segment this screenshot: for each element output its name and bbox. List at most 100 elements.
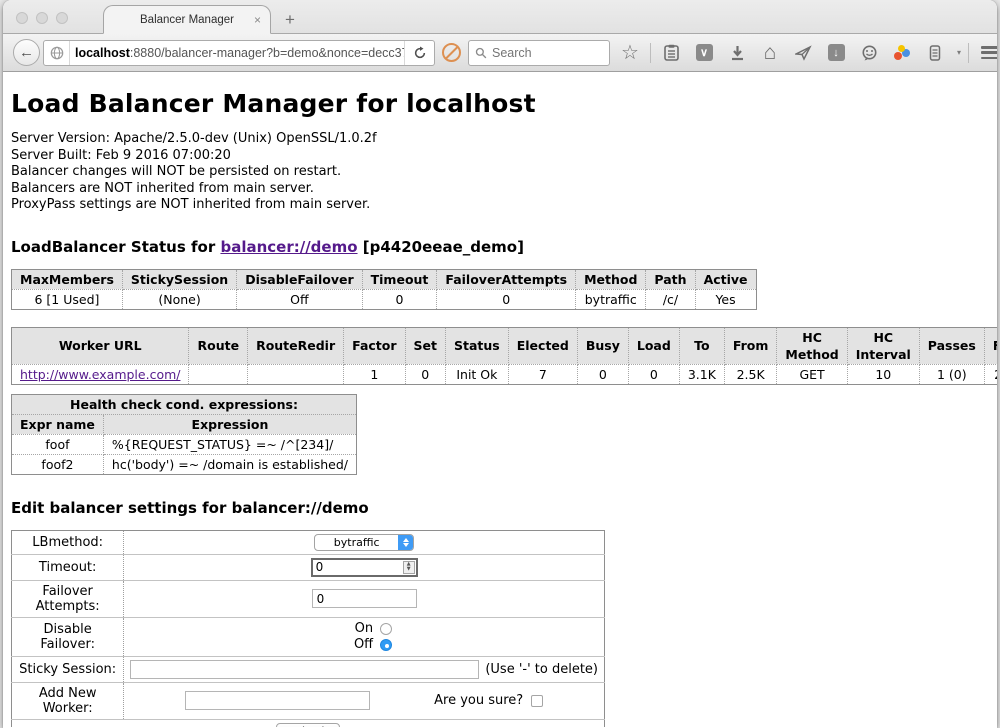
col-elected: Elected <box>508 327 577 364</box>
add-new-worker-input[interactable] <box>185 691 370 710</box>
search-input[interactable] <box>492 46 592 60</box>
disable-failover-label: Disable Failover: <box>12 617 124 656</box>
bookmarks-menu-button[interactable] <box>658 40 684 66</box>
table-row: 6 [1 Used] (None) Off 0 0 bytraffic /c/ … <box>12 289 757 309</box>
cell-active: Yes <box>695 289 756 309</box>
col-routeredir: RouteRedir <box>248 327 344 364</box>
url-text: localhost:8880/balancer-manager?b=demo&n… <box>70 46 404 60</box>
server-built-line: Server Built: Feb 9 2016 07:00:20 <box>11 148 989 165</box>
loadbalancer-status-heading: LoadBalancer Status for balancer://demo … <box>11 238 989 256</box>
disable-failover-on-radio[interactable] <box>380 623 392 635</box>
search-bar[interactable] <box>468 40 610 66</box>
cell-load: 0 <box>628 364 679 384</box>
are-you-sure-checkbox[interactable] <box>531 695 543 707</box>
form-row-disable-failover: Disable Failover: On Off <box>12 617 605 656</box>
submit-button[interactable]: Submit <box>276 723 341 728</box>
cell-hc-method: GET <box>777 364 847 384</box>
cell-expr-name: foof <box>12 434 104 454</box>
form-row-add-new-worker: Add New Worker: Are you sure? <box>12 682 605 719</box>
search-icon <box>475 47 487 59</box>
battery-addon-button[interactable] <box>922 40 948 66</box>
paper-plane-icon <box>795 45 812 61</box>
failover-attempts-input[interactable] <box>312 589 417 608</box>
table-row: foof %{REQUEST_STATUS} =~ /^[234]/ <box>12 434 357 454</box>
bookmark-star-button[interactable]: ☆ <box>617 40 643 66</box>
reload-button[interactable] <box>404 41 434 65</box>
select-stepper-icon <box>398 535 413 550</box>
traffic-lights <box>16 12 68 24</box>
worker-url-link[interactable]: http://www.example.com/ <box>20 367 180 382</box>
col-busy: Busy <box>577 327 628 364</box>
cell-factor: 1 <box>344 364 405 384</box>
health-table-caption: Health check cond. expressions: <box>12 394 357 414</box>
new-tab-button[interactable]: + <box>285 13 295 27</box>
balancer-demo-link[interactable]: balancer://demo <box>220 238 357 256</box>
col-route: Route <box>189 327 248 364</box>
col-maxmembers: MaxMembers <box>12 269 123 289</box>
cell-disablefailover: Off <box>237 289 362 309</box>
overflow-caret-icon[interactable]: ▾ <box>957 48 961 57</box>
col-failoverattempts: FailoverAttempts <box>437 269 576 289</box>
downloads-button[interactable] <box>724 40 750 66</box>
menu-button[interactable] <box>976 40 997 66</box>
col-expr-name: Expr name <box>12 414 104 434</box>
colored-dots-icon <box>893 45 911 61</box>
cell-method: bytraffic <box>576 289 646 309</box>
failover-attempts-label: Failover Attempts: <box>12 580 124 617</box>
col-expression: Expression <box>103 414 356 434</box>
cell-set: 0 <box>405 364 445 384</box>
hello-chat-button[interactable] <box>856 40 882 66</box>
blocked-content-icon[interactable] <box>442 43 461 62</box>
reader-download-button[interactable]: ↓ <box>823 40 849 66</box>
tab-close-icon[interactable]: × <box>254 13 261 27</box>
cell-stickysession: (None) <box>122 289 236 309</box>
tab-strip: Balancer Manager × + <box>3 0 997 34</box>
server-info: Server Version: Apache/2.5.0-dev (Unix) … <box>11 131 989 214</box>
balancer-status-table: MaxMembers StickySession DisableFailover… <box>11 269 757 310</box>
pocket-button[interactable]: ∨ <box>691 40 717 66</box>
home-button[interactable]: ⌂ <box>757 40 783 66</box>
back-button[interactable]: ← <box>13 39 40 66</box>
disable-failover-off-radio[interactable] <box>380 639 392 651</box>
table-header-row: Worker URL Route RouteRedir Factor Set S… <box>12 327 998 364</box>
toolbar-separator <box>650 43 651 63</box>
cell-maxmembers: 6 [1 Used] <box>12 289 123 309</box>
status-heading-prefix: LoadBalancer Status for <box>11 238 220 256</box>
sticky-session-input[interactable] <box>130 660 479 679</box>
home-icon: ⌂ <box>764 41 777 65</box>
close-window-button[interactable] <box>16 12 28 24</box>
col-status: Status <box>446 327 509 364</box>
send-tab-button[interactable] <box>790 40 816 66</box>
colored-dots-addon-button[interactable] <box>889 40 915 66</box>
tab-balancer-manager[interactable]: Balancer Manager × <box>103 5 271 34</box>
col-load: Load <box>628 327 679 364</box>
pocket-icon: ∨ <box>696 44 713 61</box>
cell-hc-interval: 10 <box>847 364 919 384</box>
cell-routeredir <box>248 364 344 384</box>
minimize-window-button[interactable] <box>36 12 48 24</box>
sticky-session-hint: (Use '-' to delete) <box>485 662 598 677</box>
cell-path: /c/ <box>646 289 695 309</box>
cell-failoverattempts: 0 <box>437 289 576 309</box>
form-row-sticky-session: Sticky Session: (Use '-' to delete) <box>12 656 605 682</box>
star-icon: ☆ <box>621 40 639 65</box>
timeout-input[interactable] <box>311 558 418 577</box>
cell-elected: 7 <box>508 364 577 384</box>
cell-busy: 0 <box>577 364 628 384</box>
zoom-window-button[interactable] <box>56 12 68 24</box>
lbmethod-label: LBmethod: <box>12 530 124 554</box>
status-heading-suffix: [p4420eeae_demo] <box>358 238 524 256</box>
browser-window: Balancer Manager × + ← localhost:8880/ba… <box>3 0 997 728</box>
url-bar[interactable]: localhost:8880/balancer-manager?b=demo&n… <box>43 40 435 66</box>
col-path: Path <box>646 269 695 289</box>
inherit-note-line: Balancers are NOT inherited from main se… <box>11 181 989 198</box>
add-new-worker-label: Add New Worker: <box>12 682 124 719</box>
number-spinner-icon[interactable]: ▲▼ <box>403 561 415 574</box>
clipboard-icon <box>664 44 679 61</box>
table-row: foof2 hc('body') =~ /domain is establish… <box>12 454 357 474</box>
lbmethod-select[interactable]: bytraffic <box>314 534 414 551</box>
col-stickysession: StickySession <box>122 269 236 289</box>
table-header-row: MaxMembers StickySession DisableFailover… <box>12 269 757 289</box>
cell-timeout: 0 <box>362 289 437 309</box>
cell-expr-name: foof2 <box>12 454 104 474</box>
